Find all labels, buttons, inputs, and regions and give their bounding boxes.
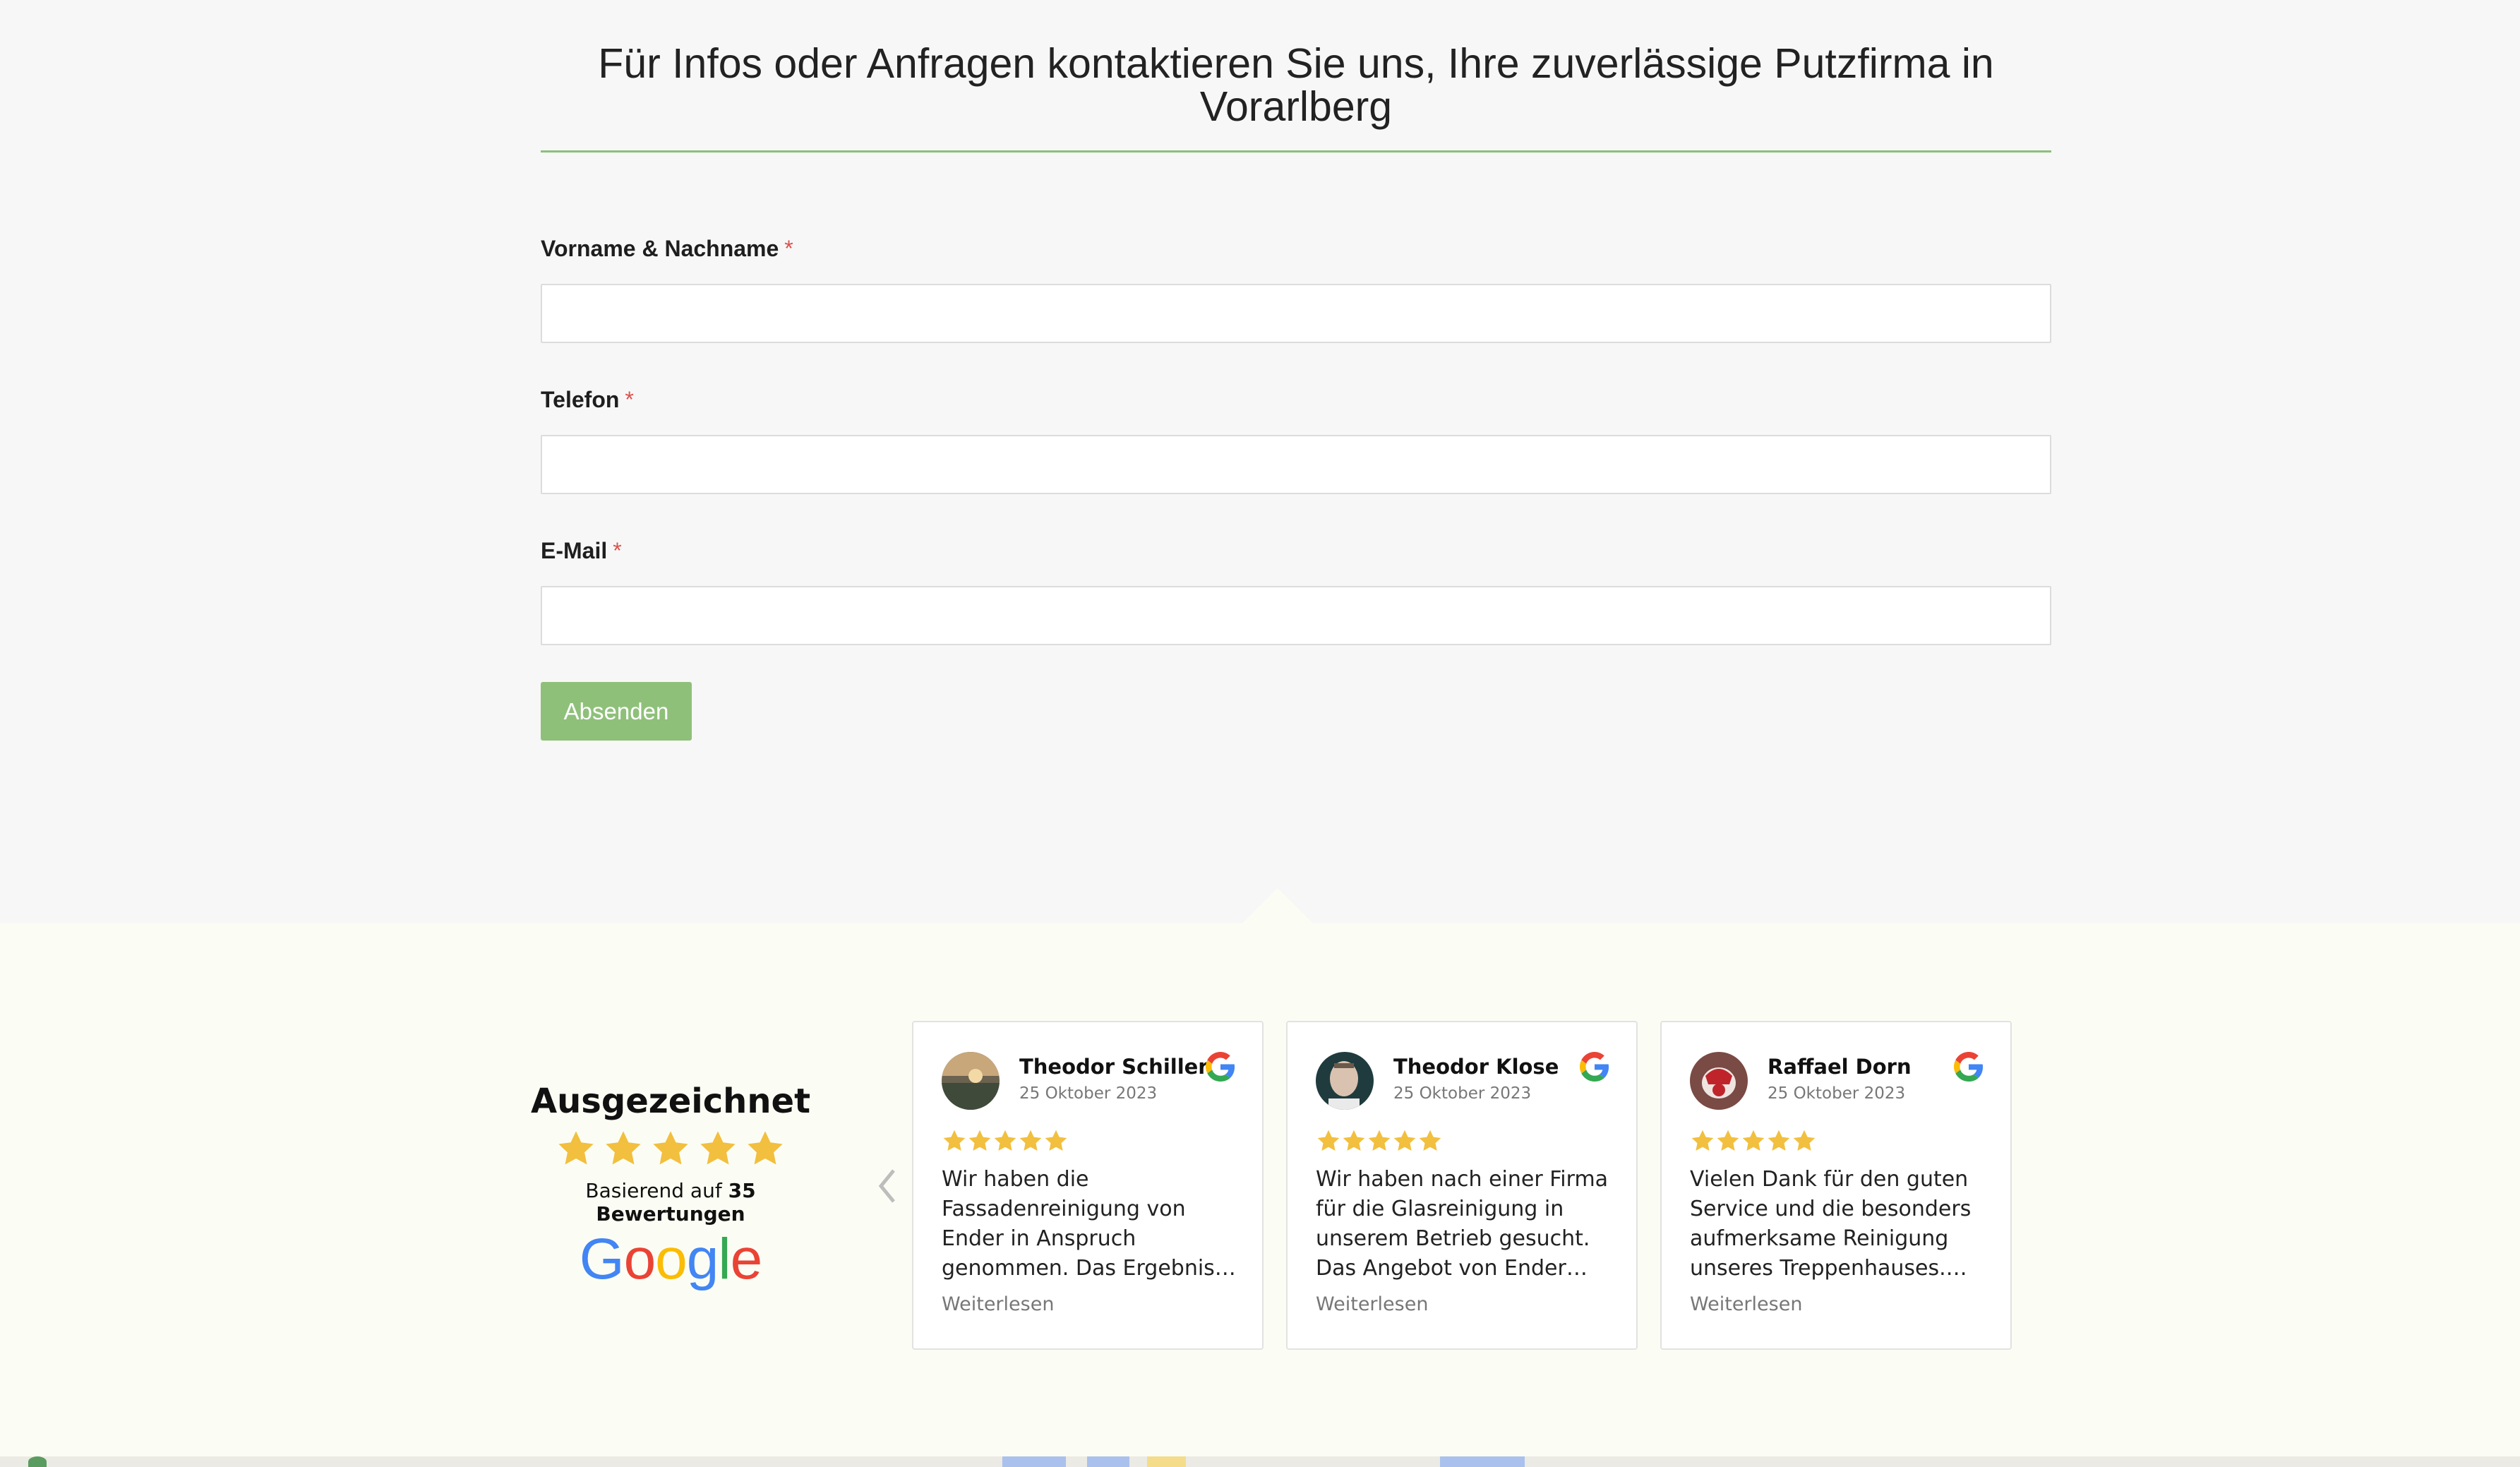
review-count-text: Basierend auf 35 Bewertungen xyxy=(508,1179,833,1226)
star-icon xyxy=(1768,1130,1790,1151)
avatar xyxy=(942,1052,1000,1110)
phone-label: Telefon * xyxy=(541,387,634,413)
star-icon xyxy=(1019,1130,1042,1151)
review-date: 25 Oktober 2023 xyxy=(1019,1084,1158,1103)
google-g-icon xyxy=(1580,1052,1609,1082)
section-notch xyxy=(1242,888,1313,923)
required-mark: * xyxy=(784,236,793,261)
review-stars xyxy=(942,1128,1069,1156)
map-road xyxy=(1002,1456,1066,1467)
review-card: Theodor Klose 25 Oktober 2023 Wir haben … xyxy=(1286,1021,1638,1350)
reviewer-name: Raffael Dorn xyxy=(1768,1055,1912,1079)
contact-heading: Für Infos oder Anfragen kontaktieren Sie… xyxy=(598,40,1994,130)
read-more-link[interactable]: Weiterlesen xyxy=(942,1293,1054,1315)
google-g-icon xyxy=(1954,1052,1984,1082)
review-text: Vielen Dank für den guten Service und di… xyxy=(1690,1167,1972,1281)
summary-title: Ausgezeichnet xyxy=(530,1082,811,1121)
star-icon xyxy=(1317,1130,1340,1151)
chevron-left-icon[interactable] xyxy=(872,1165,901,1207)
star-icon xyxy=(968,1130,991,1151)
read-more-link[interactable]: Weiterlesen xyxy=(1690,1293,1802,1315)
avatar xyxy=(1316,1052,1374,1110)
basis-prefix: Basierend auf xyxy=(585,1179,722,1202)
star-icon xyxy=(1393,1130,1416,1151)
submit-button[interactable]: Absenden xyxy=(541,682,692,741)
star-icon xyxy=(1691,1130,1714,1151)
reviewer-name: Theodor Schiller xyxy=(1019,1055,1208,1079)
name-input[interactable] xyxy=(541,284,2051,343)
rating-summary: Ausgezeichnet Basierend auf 35 Bewertung… xyxy=(508,1080,833,1293)
map-embed[interactable] xyxy=(0,1456,2520,1467)
map-marker-icon xyxy=(28,1456,47,1467)
reviewer-name: Theodor Klose xyxy=(1393,1055,1559,1079)
email-label-text: E-Mail xyxy=(541,538,608,563)
star-icon xyxy=(1343,1130,1365,1151)
email-input[interactable] xyxy=(541,586,2051,645)
email-label: E-Mail * xyxy=(541,538,622,564)
star-icon xyxy=(1742,1130,1765,1151)
map-road xyxy=(1087,1456,1129,1467)
star-icon xyxy=(1368,1130,1391,1151)
name-label-text: Vorname & Nachname xyxy=(541,236,779,261)
google-g-icon xyxy=(1206,1052,1235,1082)
google-logo: Google xyxy=(579,1227,762,1291)
star-icon xyxy=(1793,1130,1816,1151)
review-stars xyxy=(1316,1128,1443,1156)
review-text: Wir haben nach einer Firma für die Glasr… xyxy=(1316,1167,1609,1281)
required-mark: * xyxy=(625,387,634,412)
review-date: 25 Oktober 2023 xyxy=(1393,1084,1532,1103)
review-text: Wir haben die Fassadenreinigung von Ende… xyxy=(942,1167,1236,1281)
read-more-link[interactable]: Weiterlesen xyxy=(1316,1293,1428,1315)
star-icon xyxy=(653,1131,688,1165)
phone-input[interactable] xyxy=(541,435,2051,494)
name-label: Vorname & Nachname * xyxy=(541,236,793,262)
star-icon xyxy=(943,1130,966,1151)
star-icon xyxy=(606,1131,641,1165)
star-icon xyxy=(558,1131,594,1165)
avatar xyxy=(1690,1052,1748,1110)
review-card: Theodor Schiller 25 Oktober 2023 Wir hab… xyxy=(912,1021,1264,1350)
star-icon xyxy=(1717,1130,1739,1151)
required-mark: * xyxy=(613,538,622,563)
review-stars xyxy=(1690,1128,1817,1156)
review-date: 25 Oktober 2023 xyxy=(1768,1084,1906,1103)
map-road xyxy=(1440,1456,1525,1467)
contact-section: Für Infos oder Anfragen kontaktieren Sie… xyxy=(0,0,2520,923)
summary-stars xyxy=(508,1128,833,1178)
star-icon xyxy=(994,1130,1016,1151)
phone-label-text: Telefon xyxy=(541,387,620,412)
star-icon xyxy=(700,1131,736,1165)
star-icon xyxy=(1045,1130,1067,1151)
heading-divider xyxy=(541,150,2051,152)
star-icon xyxy=(1419,1130,1441,1151)
star-icon xyxy=(748,1131,783,1165)
map-road xyxy=(1147,1456,1186,1467)
review-card: Raffael Dorn 25 Oktober 2023 Vielen Dank… xyxy=(1660,1021,2012,1350)
